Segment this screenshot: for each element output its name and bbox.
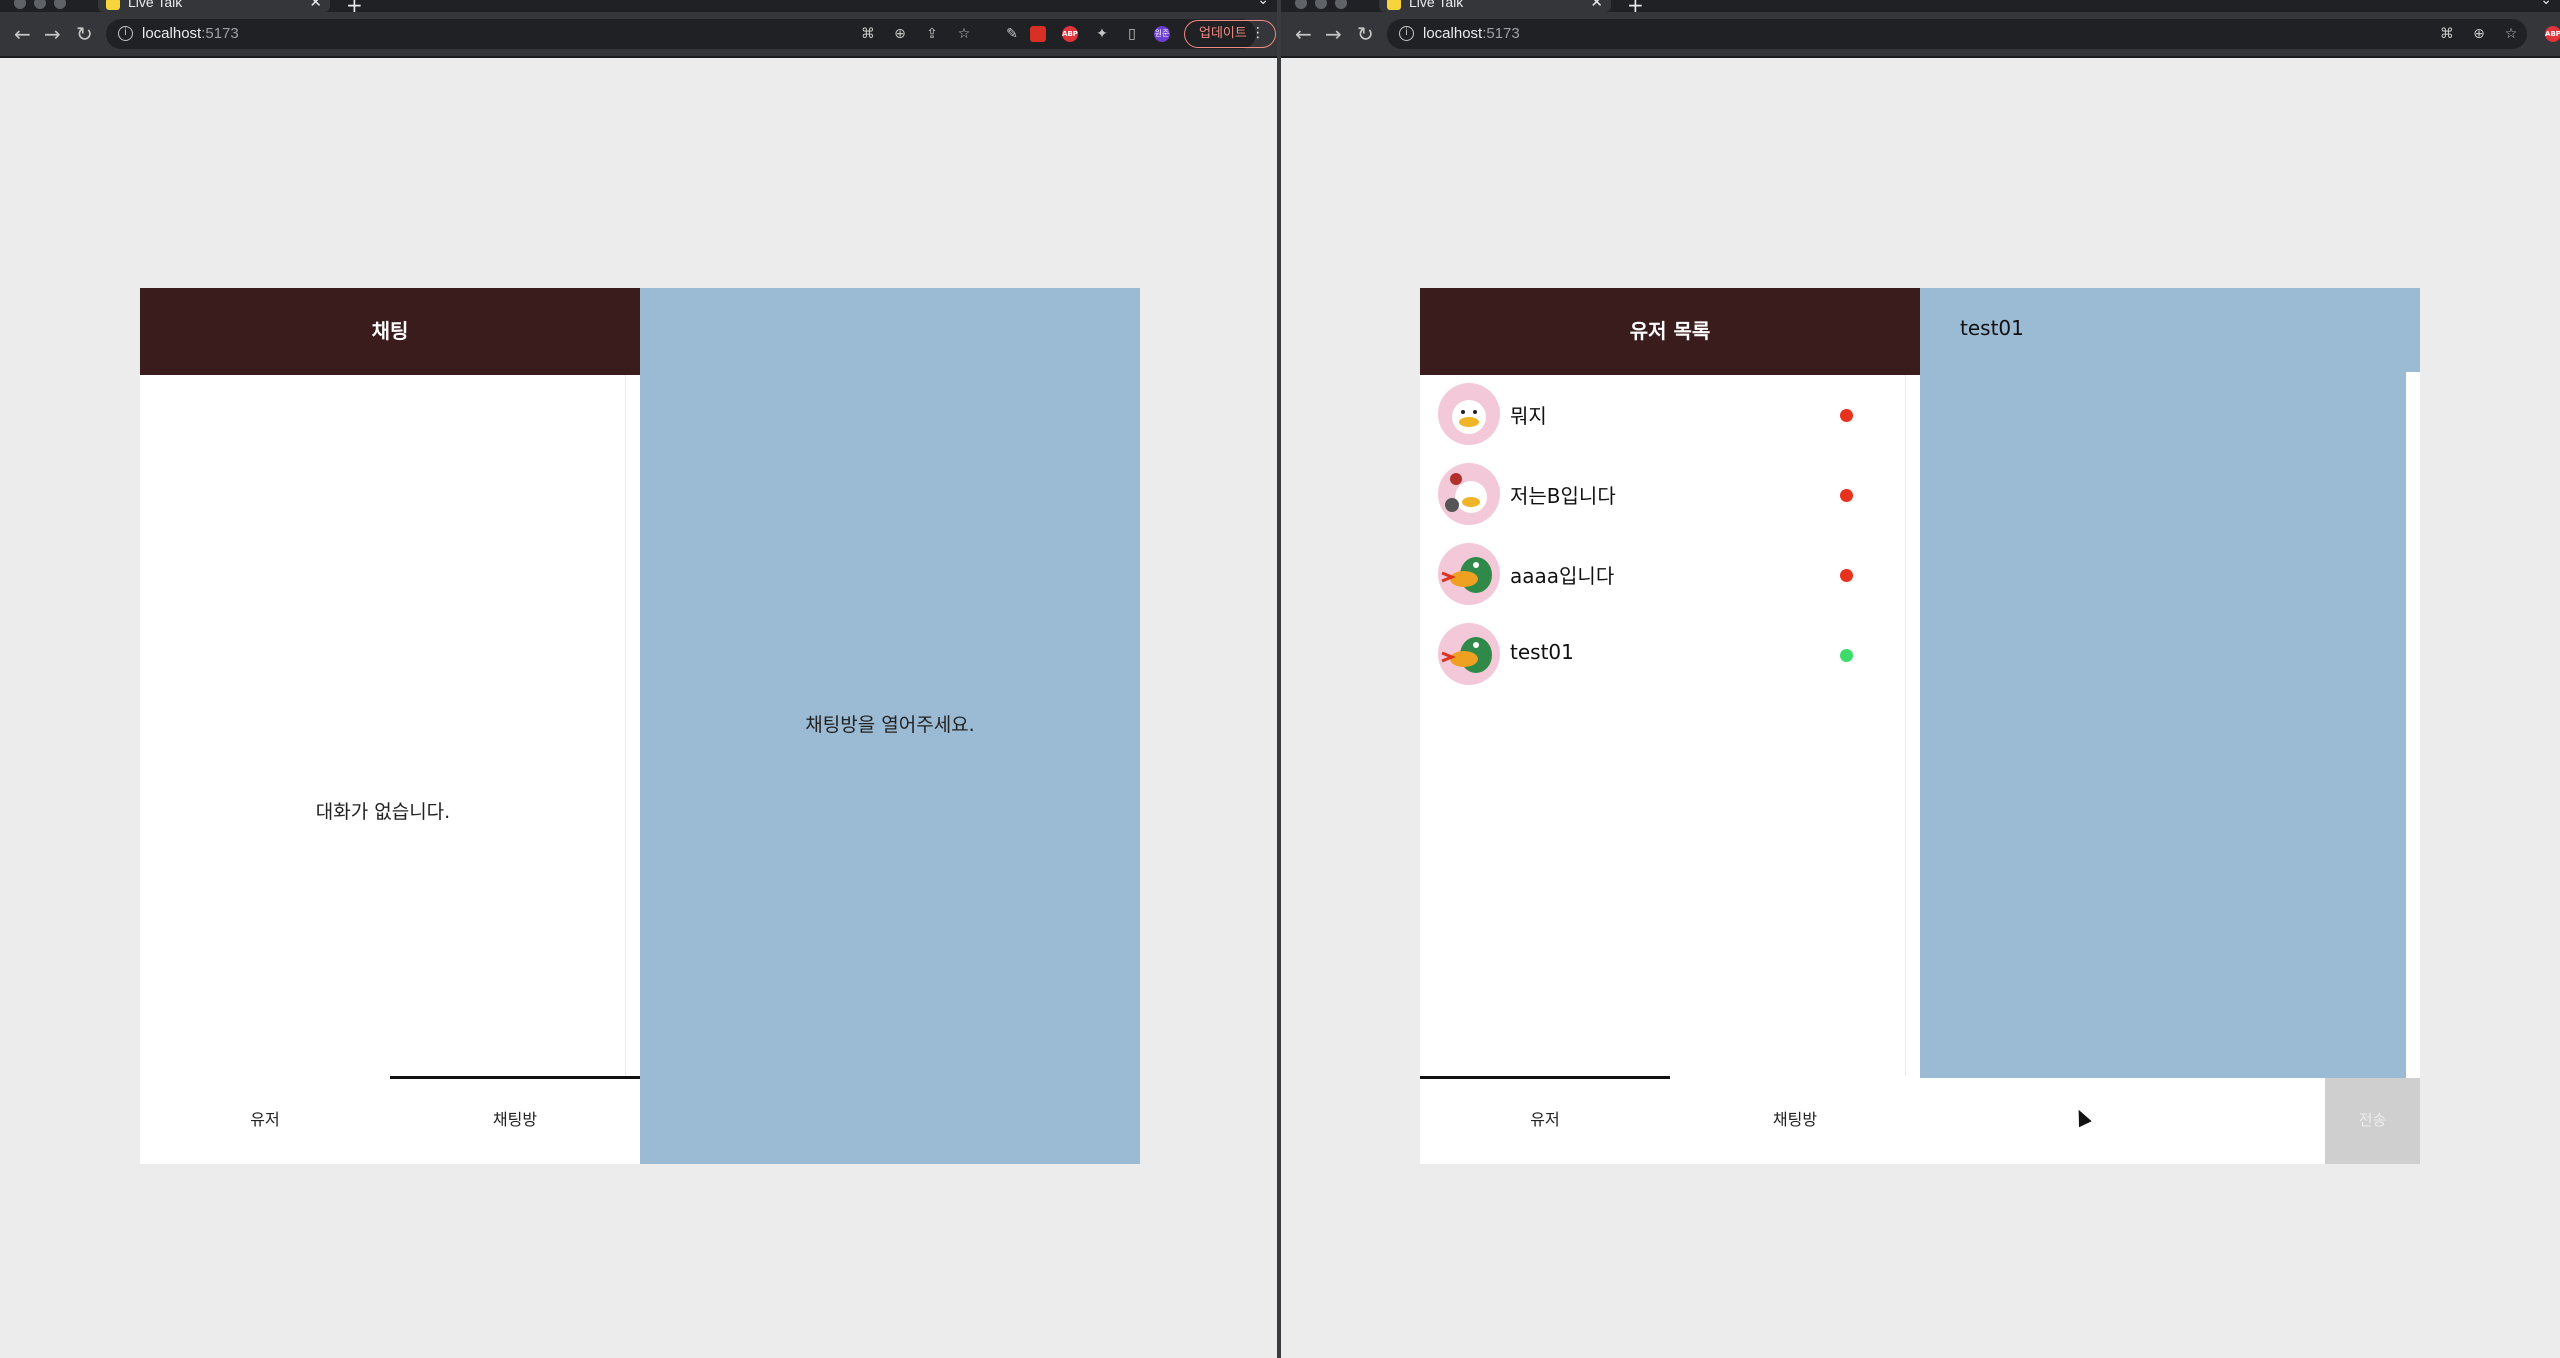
forward-icon[interactable]: →: [1325, 22, 1342, 46]
status-offline-indicator: [1840, 409, 1853, 422]
chat-room-panel: 채팅방을 열어주세요.: [640, 288, 1140, 1164]
open-room-message: 채팅방을 열어주세요.: [805, 714, 975, 736]
message-input-row: 전송: [1920, 1078, 2420, 1164]
chevron-down-icon[interactable]: ⌄: [1257, 0, 1269, 8]
user-name: test01: [1510, 640, 1574, 664]
browser-window-right: Live Talk ✕ + ⌄ ← → ↻ i localhost:5173 ⌘…: [1281, 0, 2560, 1358]
back-icon[interactable]: ←: [1295, 22, 1312, 46]
user-avatar: [1438, 383, 1500, 445]
empty-chat-message: 대화가 없습니다.: [315, 801, 451, 823]
tab-strip: Live Talk ✕ + ⌄: [1281, 0, 2560, 17]
address-bar[interactable]: i localhost:5173 ⌘ ⊕ ⇪ ☆: [106, 19, 1256, 49]
bottom-tab-bar: 유저 채팅방: [1420, 1076, 1920, 1164]
user-list: 뭐지 저는B입니다 aaaa입니다 test01: [1420, 375, 1906, 1163]
back-icon[interactable]: ←: [14, 22, 31, 46]
user-row[interactable]: aaaa입니다: [1420, 535, 1906, 615]
status-offline-indicator: [1840, 569, 1853, 582]
user-row[interactable]: test01: [1420, 615, 1906, 695]
adblock-icon[interactable]: ABP: [2545, 26, 2560, 42]
live-talk-app: 유저 목록 뭐지 저는B입니다 aaaa입니다 test01 유저 채팅방 te…: [1420, 288, 2420, 1164]
message-area: [1920, 375, 2406, 1078]
bookmark-star-icon[interactable]: ☆: [2503, 26, 2519, 42]
extension-red-icon[interactable]: [1030, 26, 1046, 42]
user-name: 뭐지: [1510, 404, 1547, 428]
site-info-icon[interactable]: i: [1399, 26, 1414, 41]
scrollbar-track[interactable]: [2406, 372, 2420, 1078]
status-offline-indicator: [1840, 489, 1853, 502]
browser-tab[interactable]: Live Talk ✕: [1379, 0, 1611, 12]
tab-title: Live Talk: [1409, 0, 1464, 10]
chat-header: test01: [1920, 288, 2420, 375]
browser-window-left: Live Talk ✕ + ⌄ ← → ↻ i localhost:5173 ⌘…: [0, 0, 1277, 1358]
chat-room-panel: test01 전송: [1920, 288, 2420, 1164]
browser-tab[interactable]: Live Talk ✕: [98, 0, 330, 12]
browser-toolbar: ← → ↻ i localhost:5173 ⌘ ⊕ ☆ ABP: [1281, 12, 2560, 58]
message-input[interactable]: [1920, 1078, 2325, 1164]
window-controls[interactable]: [14, 0, 74, 9]
kebab-menu-icon: ⋮: [1250, 25, 1265, 41]
tab-users[interactable]: 유저: [140, 1076, 390, 1164]
update-button[interactable]: 업데이트 ⋮: [1184, 20, 1276, 48]
chat-list-panel: 채팅 대화가 없습니다. 유저 채팅방: [140, 288, 640, 1164]
window-controls[interactable]: [1295, 0, 1355, 9]
browser-toolbar: ← → ↻ i localhost:5173 ⌘ ⊕ ⇪ ☆ ✎ ABP ✦ ▯…: [0, 12, 1277, 58]
tab-title: Live Talk: [128, 0, 183, 10]
translate-icon[interactable]: ⌘: [2439, 26, 2455, 42]
extension-pen-icon[interactable]: ✎: [1004, 26, 1020, 42]
tab-users[interactable]: 유저: [1420, 1076, 1670, 1164]
status-online-indicator: [1840, 649, 1853, 662]
reload-icon[interactable]: ↻: [76, 22, 93, 46]
talk-favicon-icon: [1387, 0, 1401, 10]
bottom-tab-bar: 유저 채팅방: [140, 1076, 640, 1164]
user-list-panel: 유저 목록 뭐지 저는B입니다 aaaa입니다 test01 유저 채팅방: [1420, 288, 1920, 1164]
user-name: aaaa입니다: [1510, 564, 1615, 588]
tab-strip: Live Talk ✕ + ⌄: [0, 0, 1277, 17]
user-avatar: [1438, 463, 1500, 525]
live-talk-app: 채팅 대화가 없습니다. 유저 채팅방 채팅방을 열어주세요.: [140, 288, 1140, 1164]
share-icon[interactable]: ⇪: [924, 26, 940, 42]
send-button[interactable]: 전송: [2325, 1078, 2420, 1164]
user-name: 저는B입니다: [1510, 484, 1616, 508]
profile-avatar-icon[interactable]: 원준: [1154, 26, 1170, 42]
url-text[interactable]: localhost:5173: [1423, 25, 1520, 42]
tab-chatrooms[interactable]: 채팅방: [390, 1076, 640, 1164]
forward-icon[interactable]: →: [44, 22, 61, 46]
talk-favicon-icon: [106, 0, 120, 10]
user-row[interactable]: 저는B입니다: [1420, 455, 1906, 535]
side-panel-icon[interactable]: ▯: [1124, 26, 1140, 42]
extensions-puzzle-icon[interactable]: ✦: [1094, 26, 1110, 42]
adblock-icon[interactable]: ABP: [1062, 26, 1078, 42]
close-tab-icon[interactable]: ✕: [309, 0, 322, 11]
user-avatar: [1438, 623, 1500, 685]
close-tab-icon[interactable]: ✕: [1590, 0, 1603, 11]
user-row[interactable]: 뭐지: [1420, 375, 1906, 455]
tab-chatrooms[interactable]: 채팅방: [1670, 1076, 1920, 1164]
chat-list: 대화가 없습니다.: [140, 375, 626, 1163]
user-avatar: [1438, 543, 1500, 605]
chat-partner-name: test01: [1960, 316, 2024, 340]
bookmark-star-icon[interactable]: ☆: [956, 26, 972, 42]
site-info-icon[interactable]: i: [118, 26, 133, 41]
panel-header: 채팅: [140, 288, 640, 375]
zoom-icon[interactable]: ⊕: [892, 26, 908, 42]
panel-header: 유저 목록: [1420, 288, 1920, 375]
chevron-down-icon[interactable]: ⌄: [2540, 0, 2552, 8]
translate-icon[interactable]: ⌘: [860, 26, 876, 42]
address-bar[interactable]: i localhost:5173 ⌘ ⊕ ☆: [1387, 19, 2527, 49]
zoom-icon[interactable]: ⊕: [2471, 26, 2487, 42]
reload-icon[interactable]: ↻: [1357, 22, 1374, 46]
url-text[interactable]: localhost:5173: [142, 25, 239, 42]
